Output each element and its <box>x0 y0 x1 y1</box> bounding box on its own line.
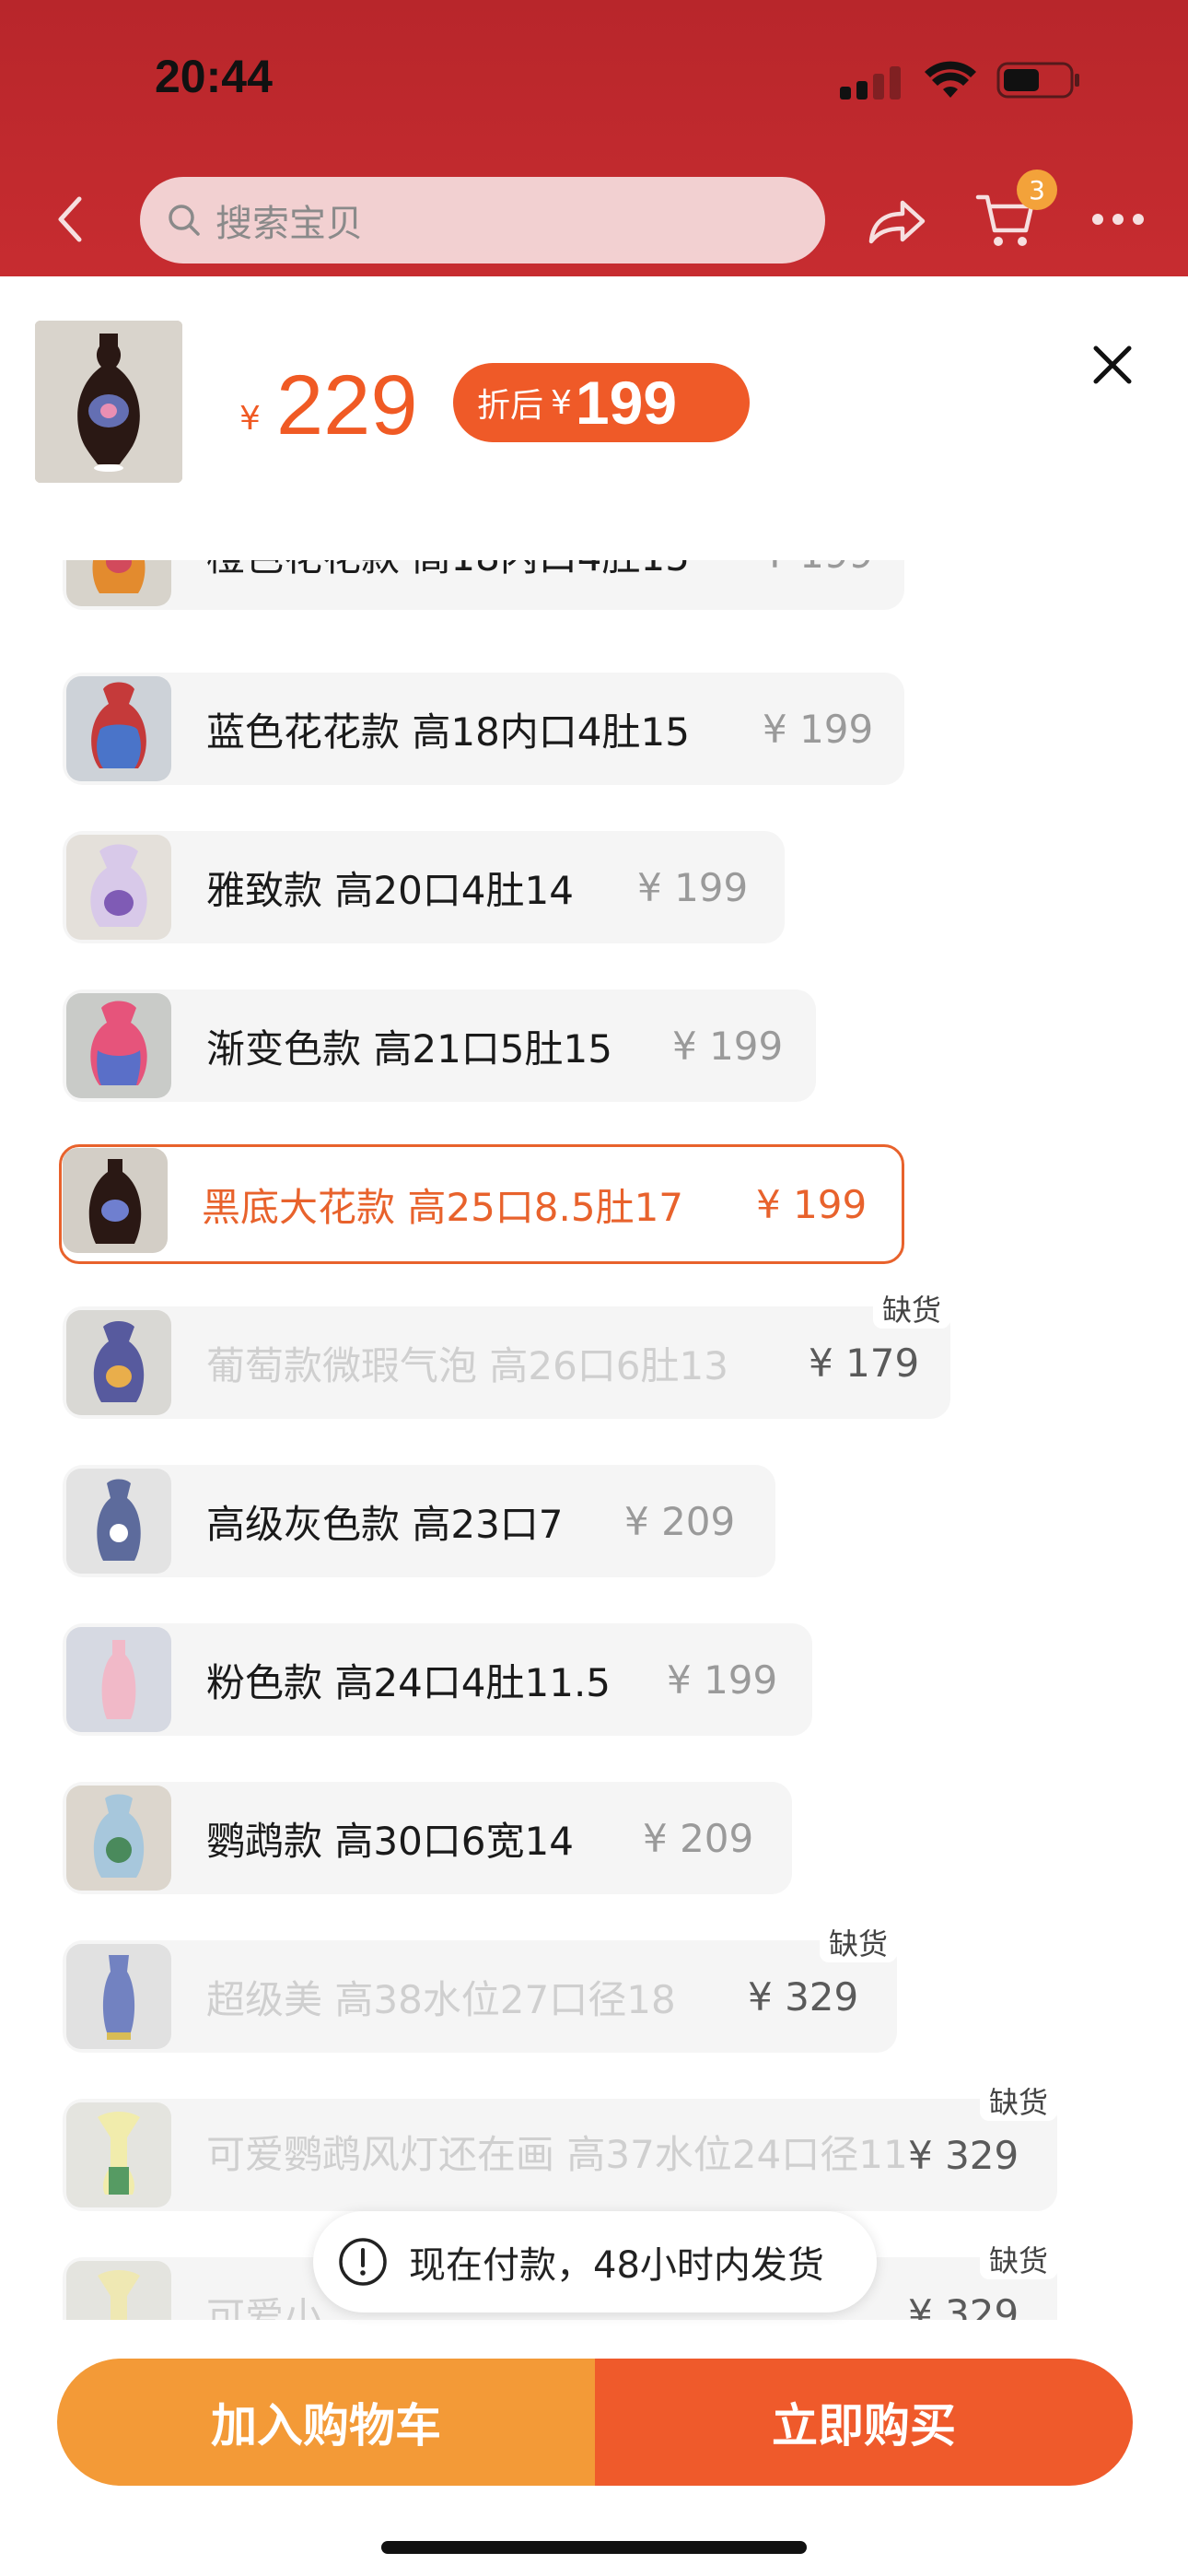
search-icon <box>169 205 200 236</box>
option-thumbnail <box>66 676 171 781</box>
option-price: ¥ 199 <box>667 1657 778 1703</box>
option-label: 葡萄款微瑕气泡 高26口6肚13 <box>206 1342 728 1388</box>
option-label: 高级灰色款 高23口7 <box>206 1501 564 1547</box>
option-price: ¥ 199 <box>756 1181 868 1227</box>
option-label: 超级美 高38水位27口径18 <box>206 1976 676 2022</box>
add-to-cart-button[interactable]: 加入购物车 <box>57 2359 595 2486</box>
sku-option[interactable]: 粉色款 高24口4肚11.5 ¥ 199 <box>63 1623 812 1736</box>
out-of-stock-tag: 缺货 <box>872 1288 950 1329</box>
search-input[interactable]: 搜索宝贝 <box>140 177 825 263</box>
sku-option[interactable]: 雅致款 高20口4肚14 ¥ 199 <box>63 831 785 943</box>
option-thumbnail <box>66 1786 171 1891</box>
sku-option-selected[interactable]: 黑底大花款 高25口8.5肚17 ¥ 199 <box>59 1144 904 1264</box>
cart-count-badge: 3 <box>1017 170 1057 210</box>
option-price: ¥ 199 <box>763 706 874 752</box>
selected-product-image <box>35 321 182 483</box>
option-thumbnail <box>66 1627 171 1732</box>
top-header: 20:44 搜索宝贝 3 <box>0 0 1188 276</box>
price-currency: ¥ <box>239 400 261 438</box>
cellular-signal-icon <box>840 66 914 100</box>
option-label: 蓝色花花款 高18内口4肚15 <box>206 708 690 755</box>
option-label: 雅致款 高20口4肚14 <box>206 867 574 913</box>
buy-now-button[interactable]: 立即购买 <box>595 2359 1133 2486</box>
more-options-icon[interactable] <box>1092 214 1146 228</box>
option-thumbnail <box>66 2261 171 2320</box>
shipping-notice-toast: 现在付款，48小时内发货 <box>313 2211 877 2313</box>
option-price: ¥ 209 <box>624 1498 736 1544</box>
option-label: 渐变色款 高21口5肚15 <box>206 1025 612 1071</box>
sku-option[interactable]: 高级灰色款 高23口7 ¥ 209 <box>63 1465 775 1577</box>
sku-option-list[interactable]: 橙色花花款 高18内口4肚15 ¥ 199 蓝色花花款 高18内口4肚15 ¥ … <box>0 560 1188 2320</box>
out-of-stock-tag: 缺货 <box>979 2239 1057 2279</box>
price-value: 229 <box>276 358 418 452</box>
option-label: 黑底大花款 高25口8.5肚17 <box>202 1184 684 1230</box>
discount-price-badge: 折后 ¥ 199 <box>453 363 750 442</box>
sku-option[interactable]: 蓝色花花款 高18内口4肚15 ¥ 199 <box>63 673 904 785</box>
out-of-stock-tag: 缺货 <box>819 1922 897 1962</box>
battery-icon <box>996 62 1079 99</box>
option-label: 可爱小 <box>206 2293 323 2321</box>
discount-price: 199 <box>575 369 678 437</box>
share-icon[interactable] <box>866 195 928 247</box>
out-of-stock-tag: 缺货 <box>979 2080 1057 2121</box>
option-thumbnail <box>66 2102 171 2207</box>
option-thumbnail <box>63 1148 168 1253</box>
option-price: ¥ 209 <box>643 1815 754 1861</box>
option-price: ¥ 199 <box>763 560 873 610</box>
home-indicator[interactable] <box>381 2541 807 2554</box>
wifi-icon <box>925 61 976 98</box>
discount-currency: ¥ <box>551 383 572 422</box>
option-price: ¥ 199 <box>672 1023 784 1069</box>
close-icon[interactable] <box>1090 343 1135 387</box>
option-label: 鹦鹉款 高30口6宽14 <box>206 1818 574 1864</box>
option-thumbnail <box>66 835 171 940</box>
option-label: 可爱鹦鹉风灯还在画 高37水位24口径11 <box>206 2132 908 2177</box>
sku-option-soldout[interactable]: 超级美 高38水位27口径18 ¥ 329 缺货 <box>63 1922 897 2053</box>
option-thumbnail <box>66 993 171 1098</box>
status-time: 20:44 <box>155 51 273 102</box>
option-price: ¥ 199 <box>637 864 749 910</box>
sku-option-soldout[interactable]: 葡萄款微瑕气泡 高26口6肚13 ¥ 179 缺货 <box>63 1288 950 1419</box>
sku-option[interactable]: 渐变色款 高21口5肚15 ¥ 199 <box>63 989 816 1102</box>
option-thumbnail <box>66 1944 171 2049</box>
sku-option[interactable]: 鹦鹉款 高30口6宽14 ¥ 209 <box>63 1782 792 1894</box>
option-label: 粉色款 高24口4肚11.5 <box>206 1659 611 1705</box>
back-arrow-icon[interactable] <box>48 192 92 247</box>
discount-label: 折后 <box>477 387 544 425</box>
option-thumbnail <box>66 1310 171 1415</box>
option-label: 橙色花花款 高18内口4肚15 <box>206 560 690 610</box>
sku-option[interactable]: 橙色花花款 高18内口4肚15 ¥ 199 <box>63 560 904 610</box>
shipping-notice-text: 现在付款，48小时内发货 <box>409 2244 824 2287</box>
option-thumbnail <box>66 560 171 606</box>
option-thumbnail <box>66 1469 171 1574</box>
info-icon <box>339 2238 387 2286</box>
search-placeholder: 搜索宝贝 <box>215 203 363 245</box>
sku-option-soldout[interactable]: 可爱鹦鹉风灯还在画 高37水位24口径11 ¥ 329 缺货 <box>63 2080 1057 2211</box>
